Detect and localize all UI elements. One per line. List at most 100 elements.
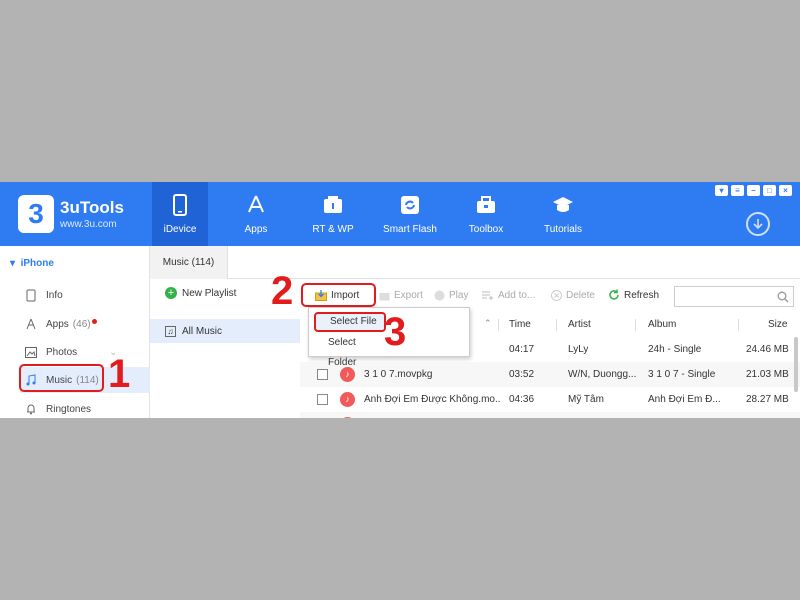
nav-apps[interactable]: Apps	[228, 182, 284, 246]
delete-icon	[550, 289, 562, 301]
nav-label: iDevice	[163, 224, 197, 235]
song-size: 24.46 MB	[746, 344, 789, 355]
column-size[interactable]: Size	[768, 313, 787, 337]
table-row[interactable]: ♪ Anh Đợi Em Được Không.mo... 04:36 Mỹ T…	[300, 387, 800, 412]
nav-tutorials[interactable]: Tutorials	[535, 182, 591, 246]
add-to-button[interactable]: Add to...	[482, 289, 535, 301]
minimize-icon[interactable]: –	[747, 185, 760, 196]
song-album: 3 1 0 7 - Single	[648, 369, 716, 380]
nav-label: Smart Flash	[383, 224, 437, 235]
export-icon	[378, 289, 390, 301]
play-button[interactable]: Play	[433, 289, 468, 301]
flash-icon	[380, 194, 440, 216]
nav-idevice[interactable]: iDevice	[152, 182, 208, 246]
tab-bar: Music (114)	[150, 246, 800, 279]
sidebar-item-label: Photos	[46, 346, 78, 358]
menu-item-select-file[interactable]: Select File	[314, 312, 386, 332]
sidebar-item-photos[interactable]: Photos ⌄	[20, 339, 150, 365]
row-checkbox[interactable]	[317, 394, 328, 405]
nav-label: Toolbox	[468, 224, 504, 235]
new-playlist-button[interactable]: + New Playlist	[165, 287, 236, 299]
song-time: 03:52	[509, 369, 535, 380]
search-icon	[777, 290, 789, 308]
play-icon	[433, 289, 445, 301]
header-bar: 3 3uTools www.3u.com iDevice Apps RT & W…	[0, 182, 800, 246]
nav-smart-flash[interactable]: Smart Flash	[380, 182, 440, 246]
nav-label: Apps	[244, 224, 268, 235]
refresh-button[interactable]: Refresh	[608, 289, 659, 301]
nav-rt-wp[interactable]: RT & WP	[305, 182, 361, 246]
song-name: 3 1 0 7.movpkg	[364, 369, 433, 380]
menu-item-select-folder[interactable]: Select Folder	[314, 333, 386, 368]
highlight-outline	[19, 364, 104, 392]
step-number: 2	[271, 269, 294, 313]
tab-music[interactable]: Music (114)	[150, 246, 228, 279]
song-artist: Mỹ Tâm	[568, 394, 604, 405]
row-checkbox[interactable]	[317, 369, 328, 380]
sort-arrow-icon[interactable]: ⌃	[484, 318, 492, 329]
song-name: Anh Đợi Em Được Không.mo...	[364, 394, 500, 405]
column-album[interactable]: Album	[648, 313, 676, 337]
all-music-label: All Music	[182, 325, 223, 337]
apps-count: (46)	[72, 318, 91, 330]
app-logo: 3	[18, 195, 54, 233]
brand-url: www.3u.com	[60, 219, 117, 230]
import-label: Import	[331, 289, 360, 301]
apps-icon	[24, 317, 38, 331]
info-icon	[24, 288, 38, 302]
column-artist[interactable]: Artist	[568, 313, 591, 337]
nav-toolbox[interactable]: Toolbox	[458, 182, 514, 246]
table-row[interactable]: ♪	[300, 412, 800, 418]
ringtone-wallpaper-icon	[305, 194, 361, 216]
delete-button[interactable]: Delete	[550, 289, 595, 301]
device-name: iPhone	[20, 258, 54, 269]
toolbox-icon	[458, 194, 514, 216]
plus-icon: +	[165, 287, 177, 299]
column-separator	[498, 319, 499, 331]
song-size: 21.03 MB	[746, 369, 789, 380]
phone-icon	[152, 194, 208, 216]
skin-icon[interactable]: ▾	[715, 185, 728, 196]
brand-name: 3uTools	[60, 198, 124, 217]
song-album: 24h - Single	[648, 344, 702, 355]
song-artist: W/N, Duongg...	[568, 369, 637, 380]
menu-icon[interactable]: ≡	[731, 185, 744, 196]
bell-icon	[24, 402, 38, 416]
close-icon[interactable]: ×	[779, 185, 792, 196]
music-file-icon: ♪	[340, 392, 355, 407]
maximize-icon[interactable]: □	[763, 185, 776, 196]
song-time: 04:17	[509, 344, 535, 355]
sidebar-item-label: Info	[46, 289, 63, 301]
app-store-icon	[228, 194, 284, 216]
column-separator	[635, 319, 636, 331]
device-header[interactable]: ▾ iPhone	[10, 258, 54, 269]
search-input[interactable]	[674, 286, 794, 307]
song-artist: LyLy	[568, 344, 589, 355]
sidebar-item-label: Ringtones	[46, 403, 92, 415]
export-button[interactable]: Export	[378, 289, 423, 301]
photos-icon	[24, 345, 38, 359]
nav-label: Tutorials	[544, 224, 582, 235]
song-album: Anh Đợi Em Đ...	[648, 394, 721, 405]
import-button[interactable]: Import	[301, 283, 376, 307]
sidebar-item-info[interactable]: Info	[20, 282, 150, 308]
scrollbar[interactable]	[794, 337, 798, 392]
sidebar-item-apps[interactable]: Apps (46)	[20, 311, 150, 337]
graduation-cap-icon	[535, 194, 591, 216]
export-label: Export	[394, 289, 423, 301]
new-playlist-label: New Playlist	[182, 287, 237, 299]
column-time[interactable]: Time	[509, 313, 531, 337]
download-icon[interactable]	[746, 212, 770, 236]
nav-label: RT & WP	[312, 224, 354, 235]
table-row[interactable]: ♪ 3 1 0 7.movpkg 03:52 W/N, Duongg... 3 …	[300, 362, 800, 387]
step-number: 1	[108, 352, 131, 396]
import-icon	[315, 289, 327, 301]
step-number: 3	[384, 310, 407, 354]
music-file-icon: ♪	[340, 417, 355, 418]
refresh-label: Refresh	[624, 289, 660, 301]
sidebar-item-ringtones[interactable]: Ringtones	[20, 396, 150, 418]
column-separator	[556, 319, 557, 331]
playlist-all-music[interactable]: ♫ All Music	[150, 319, 300, 343]
song-size: 28.27 MB	[746, 394, 789, 405]
window-controls: ▾ ≡ – □ ×	[715, 185, 792, 196]
